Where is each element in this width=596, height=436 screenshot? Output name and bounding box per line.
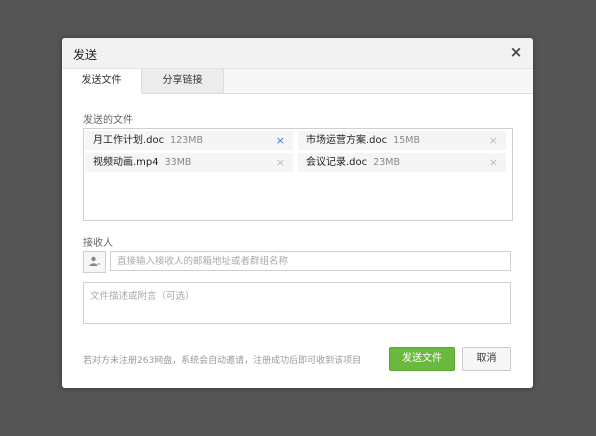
file-name: 会议记录.doc	[306, 157, 368, 168]
dialog-title: 发送	[73, 48, 98, 62]
file-item: 市场运营方案.doc 15MB ×	[298, 131, 506, 150]
cancel-button[interactable]: 取消	[462, 347, 511, 371]
file-size: 123MB	[170, 135, 204, 146]
remove-file-icon[interactable]: ×	[489, 153, 498, 172]
close-icon[interactable]: ×	[508, 44, 524, 60]
file-item: 月工作计划.doc 123MB ×	[85, 131, 293, 150]
file-item: 视频动画.mp4 33MB ×	[85, 153, 293, 172]
file-name: 视频动画.mp4	[93, 157, 159, 168]
file-size: 33MB	[164, 157, 192, 168]
file-name: 月工作计划.doc	[93, 135, 165, 146]
tab-send-file[interactable]: 发送文件	[62, 69, 142, 94]
file-entry: 月工作计划.doc 123MB	[93, 131, 203, 150]
contacts-button[interactable]	[83, 251, 106, 273]
tab-share-link[interactable]: 分享链接	[142, 69, 224, 93]
file-size: 23MB	[373, 157, 400, 168]
person-icon	[89, 256, 100, 266]
file-entry: 视频动画.mp4 33MB	[93, 153, 191, 172]
tab-bar: 发送文件 分享链接	[62, 69, 533, 94]
file-item: 会议记录.doc 23MB ×	[298, 153, 506, 172]
file-size: 15MB	[393, 135, 420, 146]
remove-file-icon[interactable]: ×	[276, 153, 285, 172]
remove-file-icon[interactable]: ×	[276, 131, 285, 150]
description-input[interactable]	[83, 282, 511, 324]
dialog-titlebar: 发送 ×	[62, 38, 533, 69]
remove-file-icon[interactable]: ×	[489, 131, 498, 150]
send-file-button[interactable]: 发送文件	[389, 347, 455, 371]
send-dialog: 发送 × 发送文件 分享链接 发送的文件 月工作计划.doc 123MB × 市场…	[62, 38, 533, 388]
file-list: 月工作计划.doc 123MB × 市场运营方案.doc 15MB × 视频动画.m…	[83, 128, 513, 221]
recipient-input[interactable]	[110, 251, 511, 271]
invite-hint: 若对方未注册263网盘，系统会自动邀请，注册成功后即可收到该项目	[83, 356, 362, 366]
file-entry: 市场运营方案.doc 15MB	[306, 131, 420, 150]
recipient-label: 接收人	[83, 238, 113, 249]
file-name: 市场运营方案.doc	[306, 135, 388, 146]
files-section-label: 发送的文件	[83, 115, 133, 126]
file-entry: 会议记录.doc 23MB	[306, 153, 400, 172]
